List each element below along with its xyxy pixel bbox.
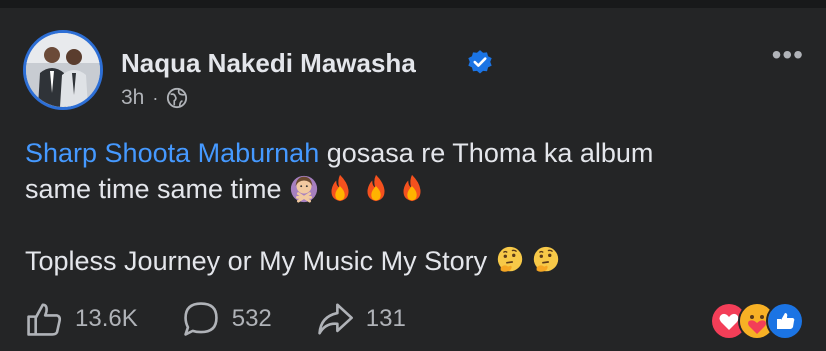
- reactions-summary[interactable]: [710, 302, 804, 340]
- fire-emoji: [331, 174, 349, 202]
- facebook-post: Naqua Nakedi Mawasha 3h · ••• Sharp Shoo…: [0, 8, 826, 351]
- top-divider: [0, 0, 826, 8]
- thinking-face-emoji: [533, 246, 558, 272]
- share-count: 131: [365, 305, 406, 332]
- post-line-3-text: Topless Journey or My Music My Story: [25, 246, 495, 276]
- like-button[interactable]: 13.6K: [25, 300, 138, 338]
- post-line-2: same time same time: [25, 171, 805, 207]
- more-options-icon[interactable]: •••: [772, 41, 804, 69]
- globe-icon[interactable]: [166, 87, 188, 109]
- fire-emoji: [367, 174, 385, 202]
- post-line-3: Topless Journey or My Music My Story: [25, 243, 805, 279]
- action-bar: 13.6K 532 131: [25, 300, 450, 338]
- mention-link[interactable]: Sharp Shoota Maburnah: [25, 138, 319, 168]
- comment-icon: [183, 302, 218, 336]
- verified-badge-icon: [468, 50, 492, 74]
- post-time[interactable]: 3h: [121, 86, 144, 110]
- post-text: Sharp Shoota Maburnah gosasa re Thoma ka…: [25, 135, 805, 279]
- like-count: 13.6K: [75, 305, 138, 332]
- author-avatar[interactable]: [23, 30, 103, 110]
- post-line-1: Sharp Shoota Maburnah gosasa re Thoma ka…: [25, 135, 805, 171]
- post-line-2-text: same time same time: [25, 174, 290, 204]
- fire-emoji: [403, 174, 421, 202]
- post-line-1-text: gosasa re Thoma ka album: [319, 138, 654, 168]
- like-reaction-icon: [766, 302, 804, 340]
- meta-separator: ·: [152, 87, 159, 108]
- thinking-face-emoji: [497, 246, 522, 272]
- share-arrow-icon: [318, 303, 353, 335]
- share-button[interactable]: 131: [316, 300, 406, 338]
- comment-count: 532: [231, 305, 272, 332]
- author-name[interactable]: Naqua Nakedi Mawasha: [121, 48, 416, 79]
- thumbs-up-icon: [27, 303, 62, 336]
- comment-button[interactable]: 532: [182, 300, 272, 338]
- post-meta: 3h ·: [121, 86, 188, 110]
- woman-gesturing-no-emoji: [290, 175, 318, 203]
